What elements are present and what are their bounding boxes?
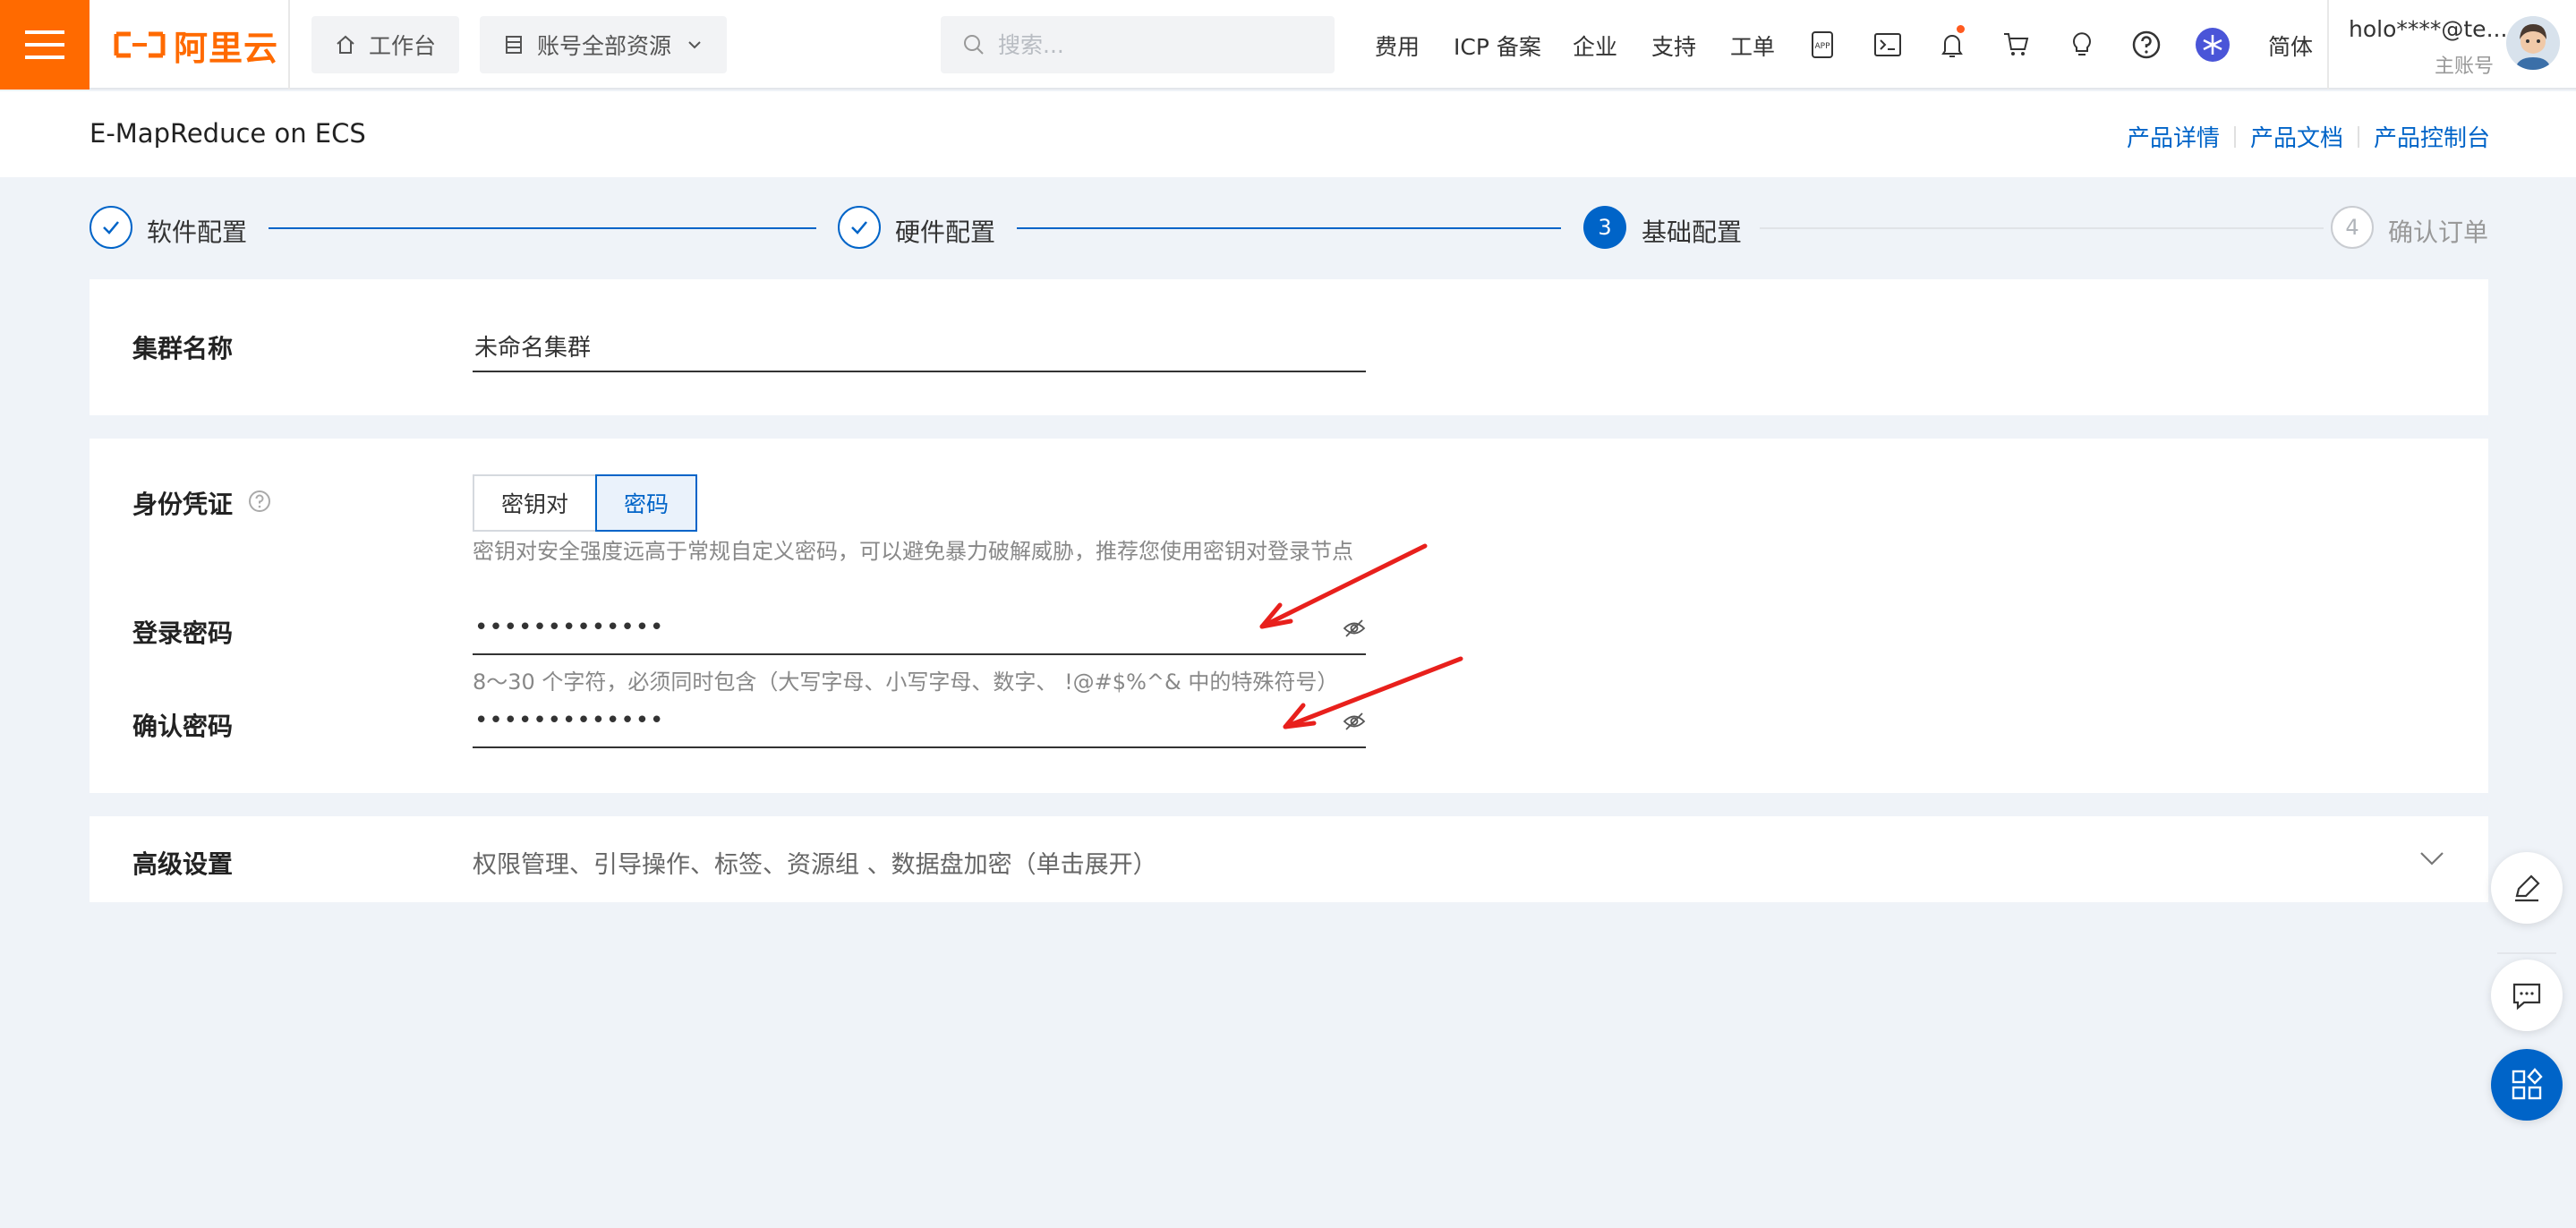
password-rule-hint: 8～30 个字符，必须同时包含（大写字母、小写字母、数字、 !@#$%^& 中的…: [473, 669, 1339, 695]
step-progress: 软件配置 硬件配置 3 基础配置 4 确认订单: [90, 204, 2488, 251]
pen-icon: [2515, 874, 2540, 902]
cart-icon[interactable]: [1999, 27, 2034, 63]
step-1-check-icon: [90, 206, 132, 249]
help-icon[interactable]: [2128, 27, 2164, 63]
step-connector: [1017, 227, 1561, 229]
terminal-icon[interactable]: [1870, 27, 1906, 63]
login-password-input[interactable]: [473, 601, 1366, 655]
bell-icon[interactable]: [1934, 25, 1970, 63]
svg-text:APP: APP: [1814, 42, 1830, 51]
divider: [288, 0, 290, 90]
logo-text: 阿里云: [174, 28, 279, 68]
resources-label: 账号全部资源: [537, 33, 672, 59]
annotation-arrow: [1259, 543, 1428, 629]
nav-enterprise[interactable]: 企业: [1573, 30, 1617, 62]
user-role: 主账号: [2435, 55, 2495, 78]
search-icon: [964, 35, 984, 55]
product-links: 产品详情 产品文档 产品控制台: [2112, 120, 2490, 153]
nav-support[interactable]: 支持: [1651, 30, 1696, 62]
step-3-number: 3: [1583, 206, 1626, 249]
confirm-password-label: 确认密码: [132, 712, 234, 741]
search-box[interactable]: [941, 16, 1335, 73]
annotation-arrows: [1259, 543, 1463, 729]
credential-label: 身份凭证: [132, 490, 234, 519]
chat-icon: [2512, 983, 2541, 1011]
workbench-button[interactable]: 工作台: [311, 16, 460, 73]
divider: [2327, 0, 2329, 90]
link-product-console[interactable]: 产品控制台: [2359, 120, 2490, 153]
cluster-name-input[interactable]: [473, 320, 1366, 372]
assistant-icon[interactable]: [2195, 27, 2231, 63]
credential-hint: 密钥对安全强度远高于常规自定义密码，可以避免暴力破解威胁，推荐您使用密钥对登录节…: [473, 539, 1353, 564]
search-input[interactable]: [998, 31, 1302, 58]
product-header: E-MapReduce on ECS 产品详情 产品文档 产品控制台: [0, 91, 2576, 177]
nav-icp[interactable]: ICP 备案: [1454, 30, 1541, 62]
option-keypair[interactable]: 密钥对: [473, 474, 598, 532]
workbench-label: 工作台: [369, 33, 437, 59]
chevron-down-icon: [688, 41, 701, 49]
aliyun-logo[interactable]: 阿里云: [113, 25, 278, 68]
apps-grid-icon: [2512, 1068, 2543, 1100]
cluster-name-card: 集群名称: [90, 279, 2488, 415]
step-4-number: 4: [2331, 206, 2374, 249]
nav-fees[interactable]: 费用: [1375, 30, 1420, 62]
cluster-name-label: 集群名称: [132, 334, 234, 363]
step-connector: [1760, 227, 2324, 229]
feedback-edit-button[interactable]: [2491, 852, 2563, 924]
divider: [2497, 952, 2556, 954]
lightbulb-icon[interactable]: [2064, 27, 2100, 63]
step-3-label: 基础配置: [1642, 217, 1743, 247]
credential-type-toggle: 密钥对 密码: [473, 474, 698, 532]
app-icon[interactable]: APP: [1804, 27, 1840, 63]
step-4-label: 确认订单: [2388, 217, 2489, 247]
avatar[interactable]: [2506, 16, 2560, 70]
server-icon: [506, 36, 522, 54]
step-2-label: 硬件配置: [895, 217, 996, 247]
login-password-label: 登录密码: [132, 618, 234, 648]
language-switch[interactable]: 简体: [2268, 30, 2313, 62]
nav-ticket[interactable]: 工单: [1730, 30, 1775, 62]
advanced-settings-card[interactable]: 高级设置 权限管理、引导操作、标签、资源组 、数据盘加密（单击展开）: [90, 816, 2488, 902]
link-product-details[interactable]: 产品详情: [2112, 120, 2234, 153]
user-name[interactable]: holo****@te...: [2349, 16, 2507, 42]
advanced-label: 高级设置: [132, 849, 234, 879]
advanced-summary: 权限管理、引导操作、标签、资源组 、数据盘加密（单击展开）: [473, 851, 1157, 879]
link-product-docs[interactable]: 产品文档: [2236, 120, 2358, 153]
confirm-password-input[interactable]: [473, 695, 1366, 748]
resources-dropdown[interactable]: 账号全部资源: [480, 16, 728, 73]
aliyun-logo-icon: [114, 31, 166, 58]
top-navigation-bar: 阿里云 工作台 账号全部资源 费用 ICP 备案 企业 支持 工单 APP 简体: [0, 0, 2576, 90]
page-title: E-MapReduce on ECS: [90, 118, 366, 149]
notification-dot: [1957, 25, 1965, 33]
home-icon: [337, 35, 354, 54]
annotation-arrow: [1283, 656, 1463, 729]
step-1-label: 软件配置: [147, 217, 248, 247]
option-password[interactable]: 密码: [595, 474, 698, 532]
menu-icon[interactable]: [0, 0, 90, 90]
step-connector: [269, 227, 816, 229]
chat-button[interactable]: [2491, 959, 2563, 1031]
question-circle-icon[interactable]: [247, 489, 272, 514]
chevron-down-icon[interactable]: [2418, 849, 2445, 868]
step-2-check-icon: [838, 206, 881, 249]
apps-button[interactable]: [2491, 1049, 2563, 1121]
